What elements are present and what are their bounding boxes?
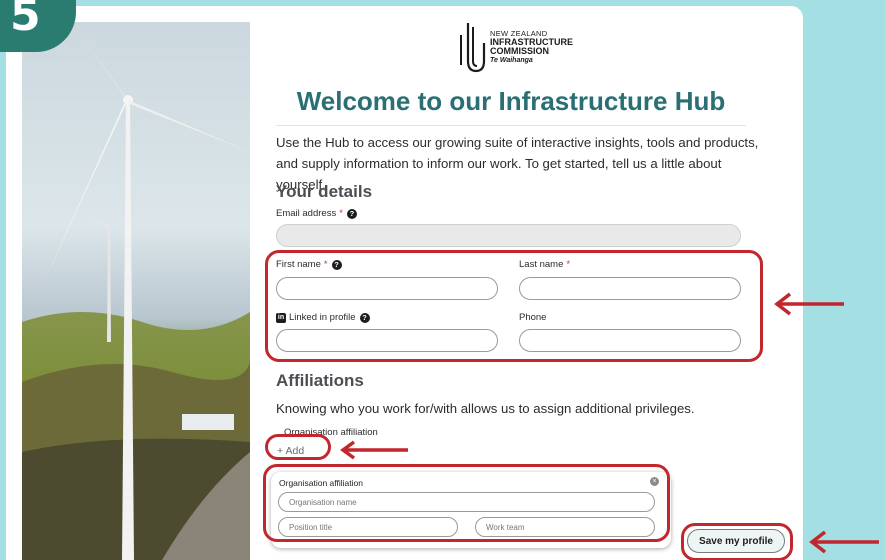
logo-line-3: COMMISSION bbox=[490, 45, 550, 56]
logo-mark-icon bbox=[460, 23, 486, 73]
phone-label-text: Phone bbox=[519, 312, 547, 323]
email-field[interactable] bbox=[276, 224, 741, 247]
profile-card: NEW ZEALAND INFRASTRUCTURE COMMISSION Te… bbox=[6, 6, 803, 560]
page-title: Welcome to our Infrastructure Hub bbox=[276, 86, 746, 126]
phone-label: Phone bbox=[519, 312, 546, 323]
work-team-input[interactable] bbox=[475, 517, 655, 537]
affiliations-heading: Affiliations bbox=[276, 371, 364, 390]
your-details-heading: Your details bbox=[276, 182, 373, 201]
wind-turbine-illustration bbox=[22, 34, 250, 560]
help-icon[interactable]: ? bbox=[331, 259, 342, 270]
linkedin-icon: in bbox=[276, 312, 286, 323]
affiliations-description: Knowing who you work for/with allows us … bbox=[276, 401, 695, 416]
first-name-label-text: First name bbox=[276, 259, 321, 270]
arrow-left-icon bbox=[340, 440, 408, 460]
affiliation-panel: Organisation affiliation × bbox=[271, 472, 671, 548]
last-name-field[interactable] bbox=[519, 277, 741, 300]
affiliation-panel-title: Organisation affiliation bbox=[279, 478, 363, 488]
linkedin-field[interactable] bbox=[276, 329, 498, 352]
organisation-affiliation-label: Organisation affiliation bbox=[284, 427, 378, 438]
arrow-left-icon bbox=[774, 292, 844, 316]
help-icon[interactable]: ? bbox=[359, 312, 370, 323]
linkedin-label-text: Linked in profile bbox=[289, 312, 356, 323]
last-name-label: Last name * bbox=[519, 259, 570, 270]
help-icon[interactable]: ? bbox=[346, 208, 357, 219]
add-affiliation-button[interactable]: + Add bbox=[277, 445, 304, 457]
required-mark: * bbox=[323, 259, 328, 270]
arrow-left-icon bbox=[809, 530, 879, 554]
nz-infrastructure-commission-logo: NEW ZEALAND INFRASTRUCTURE COMMISSION Te… bbox=[458, 20, 573, 74]
wind-turbine-photo bbox=[22, 22, 250, 560]
first-name-field[interactable] bbox=[276, 277, 498, 300]
required-mark: * bbox=[566, 259, 571, 270]
phone-field[interactable] bbox=[519, 329, 741, 352]
position-title-input[interactable] bbox=[278, 517, 458, 537]
last-name-label-text: Last name bbox=[519, 259, 564, 270]
save-profile-button[interactable]: Save my profile bbox=[687, 529, 785, 553]
email-label: Email address * ? bbox=[276, 208, 357, 219]
linkedin-label: in Linked in profile ? bbox=[276, 312, 370, 323]
email-label-text: Email address bbox=[276, 208, 337, 219]
organisation-name-input[interactable] bbox=[278, 492, 655, 512]
close-icon[interactable]: × bbox=[650, 477, 659, 486]
first-name-label: First name * ? bbox=[276, 259, 342, 270]
logo-line-4: Te Waihanga bbox=[490, 56, 533, 64]
required-mark: * bbox=[339, 208, 343, 219]
